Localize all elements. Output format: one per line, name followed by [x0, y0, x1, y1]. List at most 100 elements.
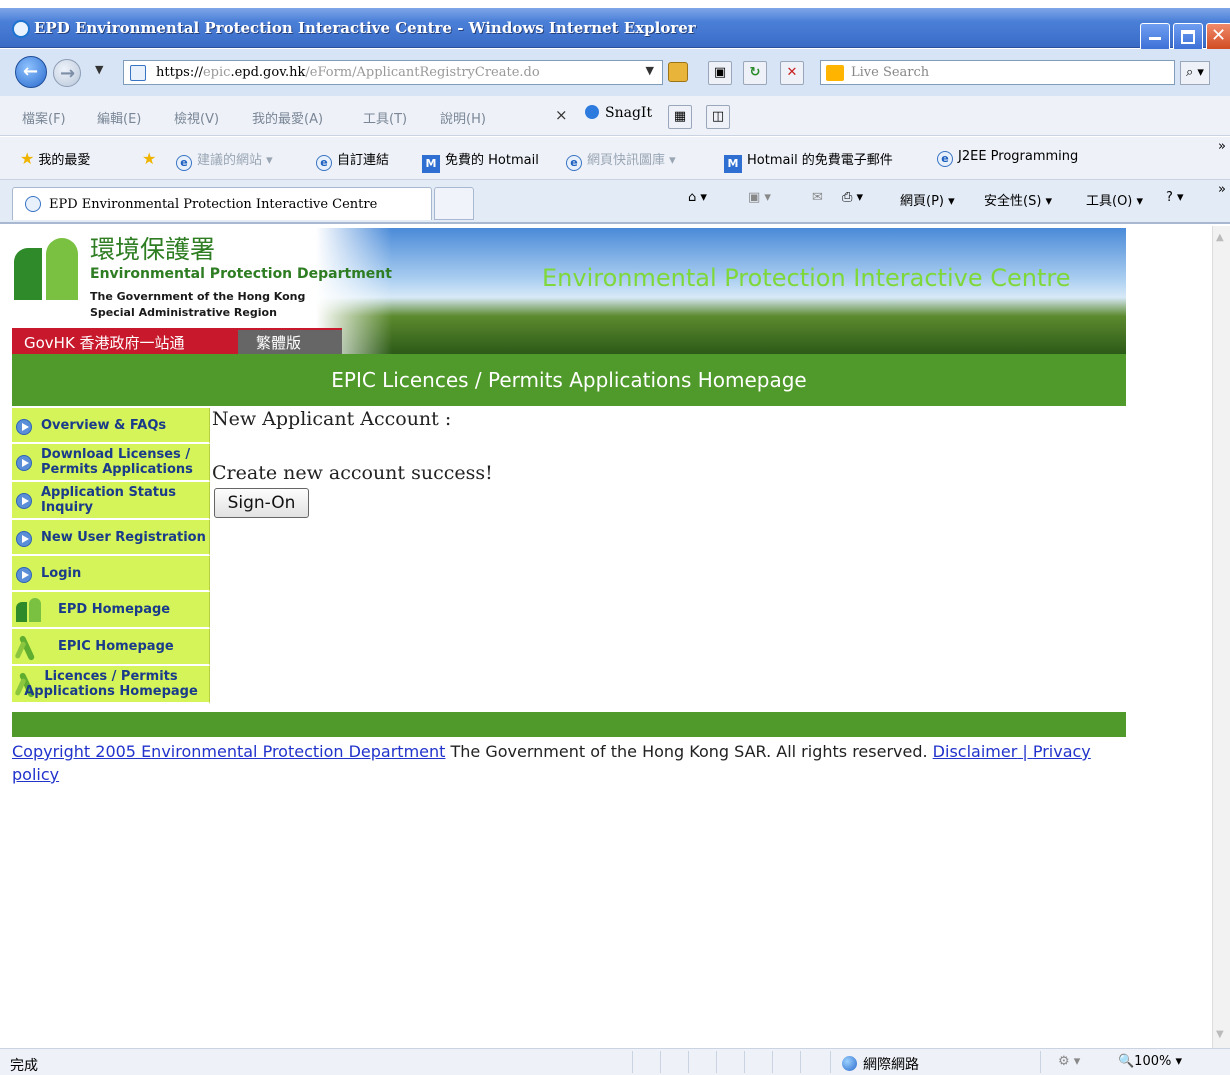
search-box[interactable]: Live Search: [820, 60, 1175, 85]
menu-view[interactable]: 檢視(V): [174, 108, 219, 127]
ie-icon: e: [937, 151, 953, 167]
forward-arrow-icon: →: [60, 63, 76, 84]
maximize-icon: [1181, 30, 1195, 44]
fav-hotmail-email[interactable]: M Hotmail 的免費電子郵件: [724, 149, 893, 173]
minimize-button[interactable]: [1140, 23, 1170, 51]
page-icon: [130, 65, 146, 81]
gov-line-1: The Government of the Hong Kong: [90, 290, 306, 303]
fav-free-hotmail[interactable]: M 免費的 Hotmail: [422, 149, 539, 173]
close-icon: ✕: [1211, 25, 1227, 46]
page-heading: New Applicant Account :: [212, 408, 452, 430]
mail-button[interactable]: ✉: [812, 190, 823, 205]
sign-on-button[interactable]: Sign-On: [214, 488, 309, 518]
address-bar[interactable]: https://epic.epd.gov.hk/eForm/ApplicantR…: [123, 60, 663, 85]
copyright-link[interactable]: Copyright 2005 Environmental Protection …: [12, 742, 445, 761]
security-zone[interactable]: 網際網路: [842, 1054, 919, 1074]
status-text: 完成: [10, 1058, 38, 1074]
safety-menu-button[interactable]: 安全性(S) ▾: [984, 190, 1052, 209]
side-menu-overview-faqs[interactable]: Overview & FAQs: [12, 408, 210, 444]
new-tab-button[interactable]: [434, 187, 474, 220]
tab-active[interactable]: EPD Environmental Protection Interactive…: [12, 187, 432, 220]
zoom-level-button[interactable]: 🔍100% ▾: [1118, 1054, 1182, 1069]
page-menu-button[interactable]: 網頁(P) ▾: [900, 190, 955, 209]
status-bar: 完成 網際網路 ⚙ ▾ 🔍100% ▾: [0, 1048, 1230, 1075]
arrow-bullet-icon: [16, 567, 32, 583]
add-favorite-button[interactable]: ★: [142, 149, 160, 168]
print-button[interactable]: ⎙ ▾: [842, 190, 863, 205]
fav-j2ee-programming[interactable]: e J2EE Programming: [937, 149, 1078, 167]
govhk-link[interactable]: GovHK 香港政府一站通: [24, 332, 185, 353]
command-overflow-icon[interactable]: »: [1218, 182, 1226, 197]
side-menu-licences-permits-homepage[interactable]: Licences / Permits Applications Homepage: [12, 666, 210, 704]
close-window-button[interactable]: ✕: [1206, 23, 1230, 51]
tools-menu-button[interactable]: 工具(O) ▾: [1086, 190, 1143, 209]
success-message: Create new account success!: [212, 462, 493, 484]
side-menu-epic-homepage[interactable]: EPIC Homepage: [12, 629, 210, 666]
favorites-button[interactable]: ★ 我的最愛: [20, 149, 90, 168]
fav-web-slice-gallery[interactable]: e 網頁快訊圖庫 ▾: [566, 149, 676, 171]
window-title-bar: EPD Environmental Protection Interactive…: [0, 8, 1230, 51]
add-favorite-icon: ★: [142, 149, 157, 168]
side-menu-application-status[interactable]: Application Status Inquiry: [12, 482, 210, 520]
minimize-icon: [1149, 37, 1161, 40]
vertical-scrollbar[interactable]: ▲ ▼: [1212, 226, 1230, 1048]
page-viewport: 環境保護署 Environmental Protection Departmen…: [0, 226, 1212, 1048]
scroll-up-icon[interactable]: ▲: [1216, 232, 1224, 243]
maximize-button[interactable]: [1173, 23, 1203, 51]
home-button[interactable]: ⌂ ▾: [688, 190, 707, 205]
menu-help[interactable]: 說明(H): [440, 108, 486, 127]
certificate-icon[interactable]: ▣: [708, 61, 732, 85]
history-dropdown-icon[interactable]: ▼: [95, 63, 103, 76]
menu-file[interactable]: 檔案(F): [22, 108, 66, 127]
favorites-overflow-icon[interactable]: »: [1218, 139, 1226, 154]
side-menu-download-licenses[interactable]: Download Licenses / Permits Applications: [12, 444, 210, 482]
help-menu-button[interactable]: ? ▾: [1166, 190, 1184, 205]
status-divider: [1040, 1051, 1041, 1073]
protected-mode-button[interactable]: ⚙ ▾: [1058, 1054, 1080, 1069]
close-toolbar-icon[interactable]: ×: [555, 106, 568, 124]
msn-icon: M: [724, 155, 742, 173]
arrow-bullet-icon: [16, 419, 32, 435]
footer-separator: |: [1017, 742, 1033, 761]
org-name-english: Environmental Protection Department: [90, 266, 392, 282]
address-dropdown-icon[interactable]: ▼: [646, 64, 654, 77]
search-placeholder: Live Search: [851, 65, 930, 80]
forward-button[interactable]: →: [53, 59, 81, 87]
status-divider: [632, 1051, 633, 1073]
footer-bar: [12, 712, 1126, 737]
ie-icon: e: [176, 155, 192, 171]
fav-custom-links[interactable]: e 自訂連結: [316, 149, 389, 171]
side-menu-new-user-registration[interactable]: New User Registration: [12, 520, 210, 556]
disclaimer-link[interactable]: Disclaimer: [933, 742, 1018, 761]
menu-tools[interactable]: 工具(T): [363, 108, 407, 127]
arrow-bullet-icon: [16, 531, 32, 547]
refresh-icon[interactable]: ↻: [743, 61, 767, 85]
feeds-button[interactable]: ▣ ▾: [748, 190, 771, 205]
capture-icon[interactable]: ▦: [668, 105, 692, 129]
back-button[interactable]: ←: [15, 56, 47, 88]
stop-icon[interactable]: ✕: [780, 61, 804, 85]
back-arrow-icon: ←: [23, 61, 39, 82]
msn-icon: M: [422, 155, 440, 173]
side-menu-login[interactable]: Login: [12, 556, 210, 592]
scroll-down-icon[interactable]: ▼: [1216, 1029, 1224, 1040]
status-divider: [830, 1051, 831, 1073]
menu-edit[interactable]: 編輯(E): [97, 108, 141, 127]
menu-favorites[interactable]: 我的最愛(A): [252, 108, 323, 127]
side-menu-epd-homepage[interactable]: EPD Homepage: [12, 592, 210, 629]
lock-icon[interactable]: [668, 62, 688, 82]
search-button[interactable]: ⌕ ▾: [1180, 61, 1210, 85]
traditional-chinese-link[interactable]: 繁體版: [238, 330, 342, 354]
capture-window-icon[interactable]: ◫: [706, 105, 730, 129]
copyright-notice: Copyright 2005 Environmental Protection …: [12, 740, 1112, 786]
live-search-icon: [826, 65, 844, 81]
epd-logo[interactable]: [14, 238, 80, 300]
side-menu: Overview & FAQs Download Licenses / Permi…: [12, 408, 210, 704]
window-title: EPD Environmental Protection Interactive…: [34, 19, 696, 37]
section-title: EPIC Licences / Permits Applications Hom…: [331, 368, 807, 392]
fav-suggested-sites[interactable]: e 建議的網站 ▾: [176, 149, 273, 171]
address-url[interactable]: https://epic.epd.gov.hk/eForm/ApplicantR…: [156, 65, 540, 80]
snagit-button[interactable]: SnagIt: [585, 105, 652, 121]
gov-line-2: Special Administrative Region: [90, 306, 277, 319]
ie-logo-icon: [12, 20, 30, 38]
